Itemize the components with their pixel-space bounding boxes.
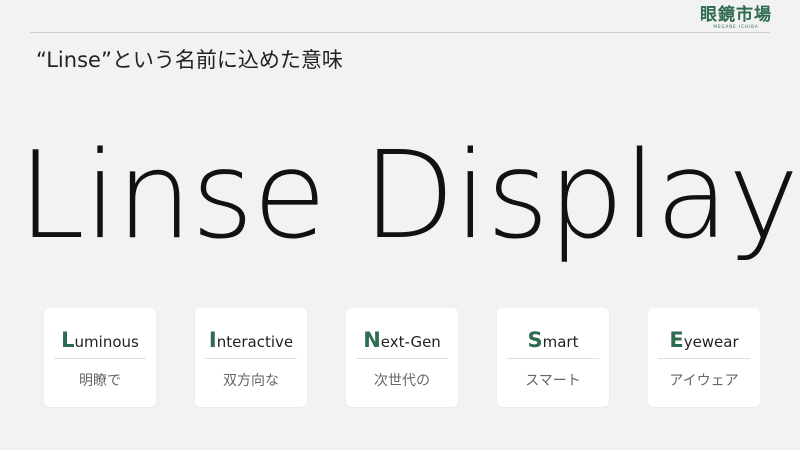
- card-japanese: 双方向な: [223, 373, 279, 389]
- page-title: “Linse”という名前に込めた意味: [36, 48, 343, 72]
- card-divider: [658, 358, 750, 359]
- card-divider: [54, 358, 146, 359]
- acronym-cards: Luminous 明瞭で Interactive 双方向な Next-Gen 次…: [44, 308, 760, 407]
- card-interactive: Interactive 双方向な: [195, 308, 307, 407]
- card-smart: Smart スマート: [497, 308, 609, 407]
- card-japanese: スマート: [525, 373, 581, 389]
- card-initial: E: [669, 328, 684, 352]
- card-word-rest: uminous: [74, 333, 139, 351]
- card-word-rest: nteractive: [216, 333, 294, 351]
- hero-word-display: Display: [362, 127, 799, 266]
- card-word-rest: yewear: [683, 333, 739, 351]
- card-japanese: 次世代の: [374, 373, 430, 389]
- logo-text: 眼鏡市場: [700, 5, 772, 25]
- card-initial: N: [363, 328, 381, 352]
- logo-subtext: MEGANE ICHIBA: [713, 24, 759, 29]
- card-word: Eyewear: [669, 328, 738, 354]
- card-word: Smart: [528, 328, 579, 354]
- card-initial: I: [208, 328, 217, 352]
- card-divider: [205, 358, 297, 359]
- card-divider: [507, 358, 599, 359]
- card-initial: L: [61, 328, 75, 352]
- card-japanese: アイウェア: [669, 373, 739, 389]
- card-luminous: Luminous 明瞭で: [44, 308, 156, 407]
- hero-title: Linse Display: [18, 122, 799, 272]
- brand-logo: 眼鏡市場 MEGANE ICHIBA: [700, 6, 772, 29]
- card-word-rest: mart: [542, 333, 579, 351]
- card-word: Next-Gen: [363, 328, 441, 354]
- card-japanese: 明瞭で: [79, 373, 121, 389]
- card-word-rest: ext-Gen: [380, 333, 441, 351]
- card-divider: [356, 358, 448, 359]
- card-next-gen: Next-Gen 次世代の: [346, 308, 458, 407]
- card-eyewear: Eyewear アイウェア: [648, 308, 760, 407]
- header-divider: [30, 32, 770, 33]
- hero-word-linse: Linse: [18, 127, 327, 266]
- card-initial: S: [527, 328, 543, 352]
- card-word: Luminous: [61, 328, 139, 354]
- card-word: Interactive: [209, 328, 293, 354]
